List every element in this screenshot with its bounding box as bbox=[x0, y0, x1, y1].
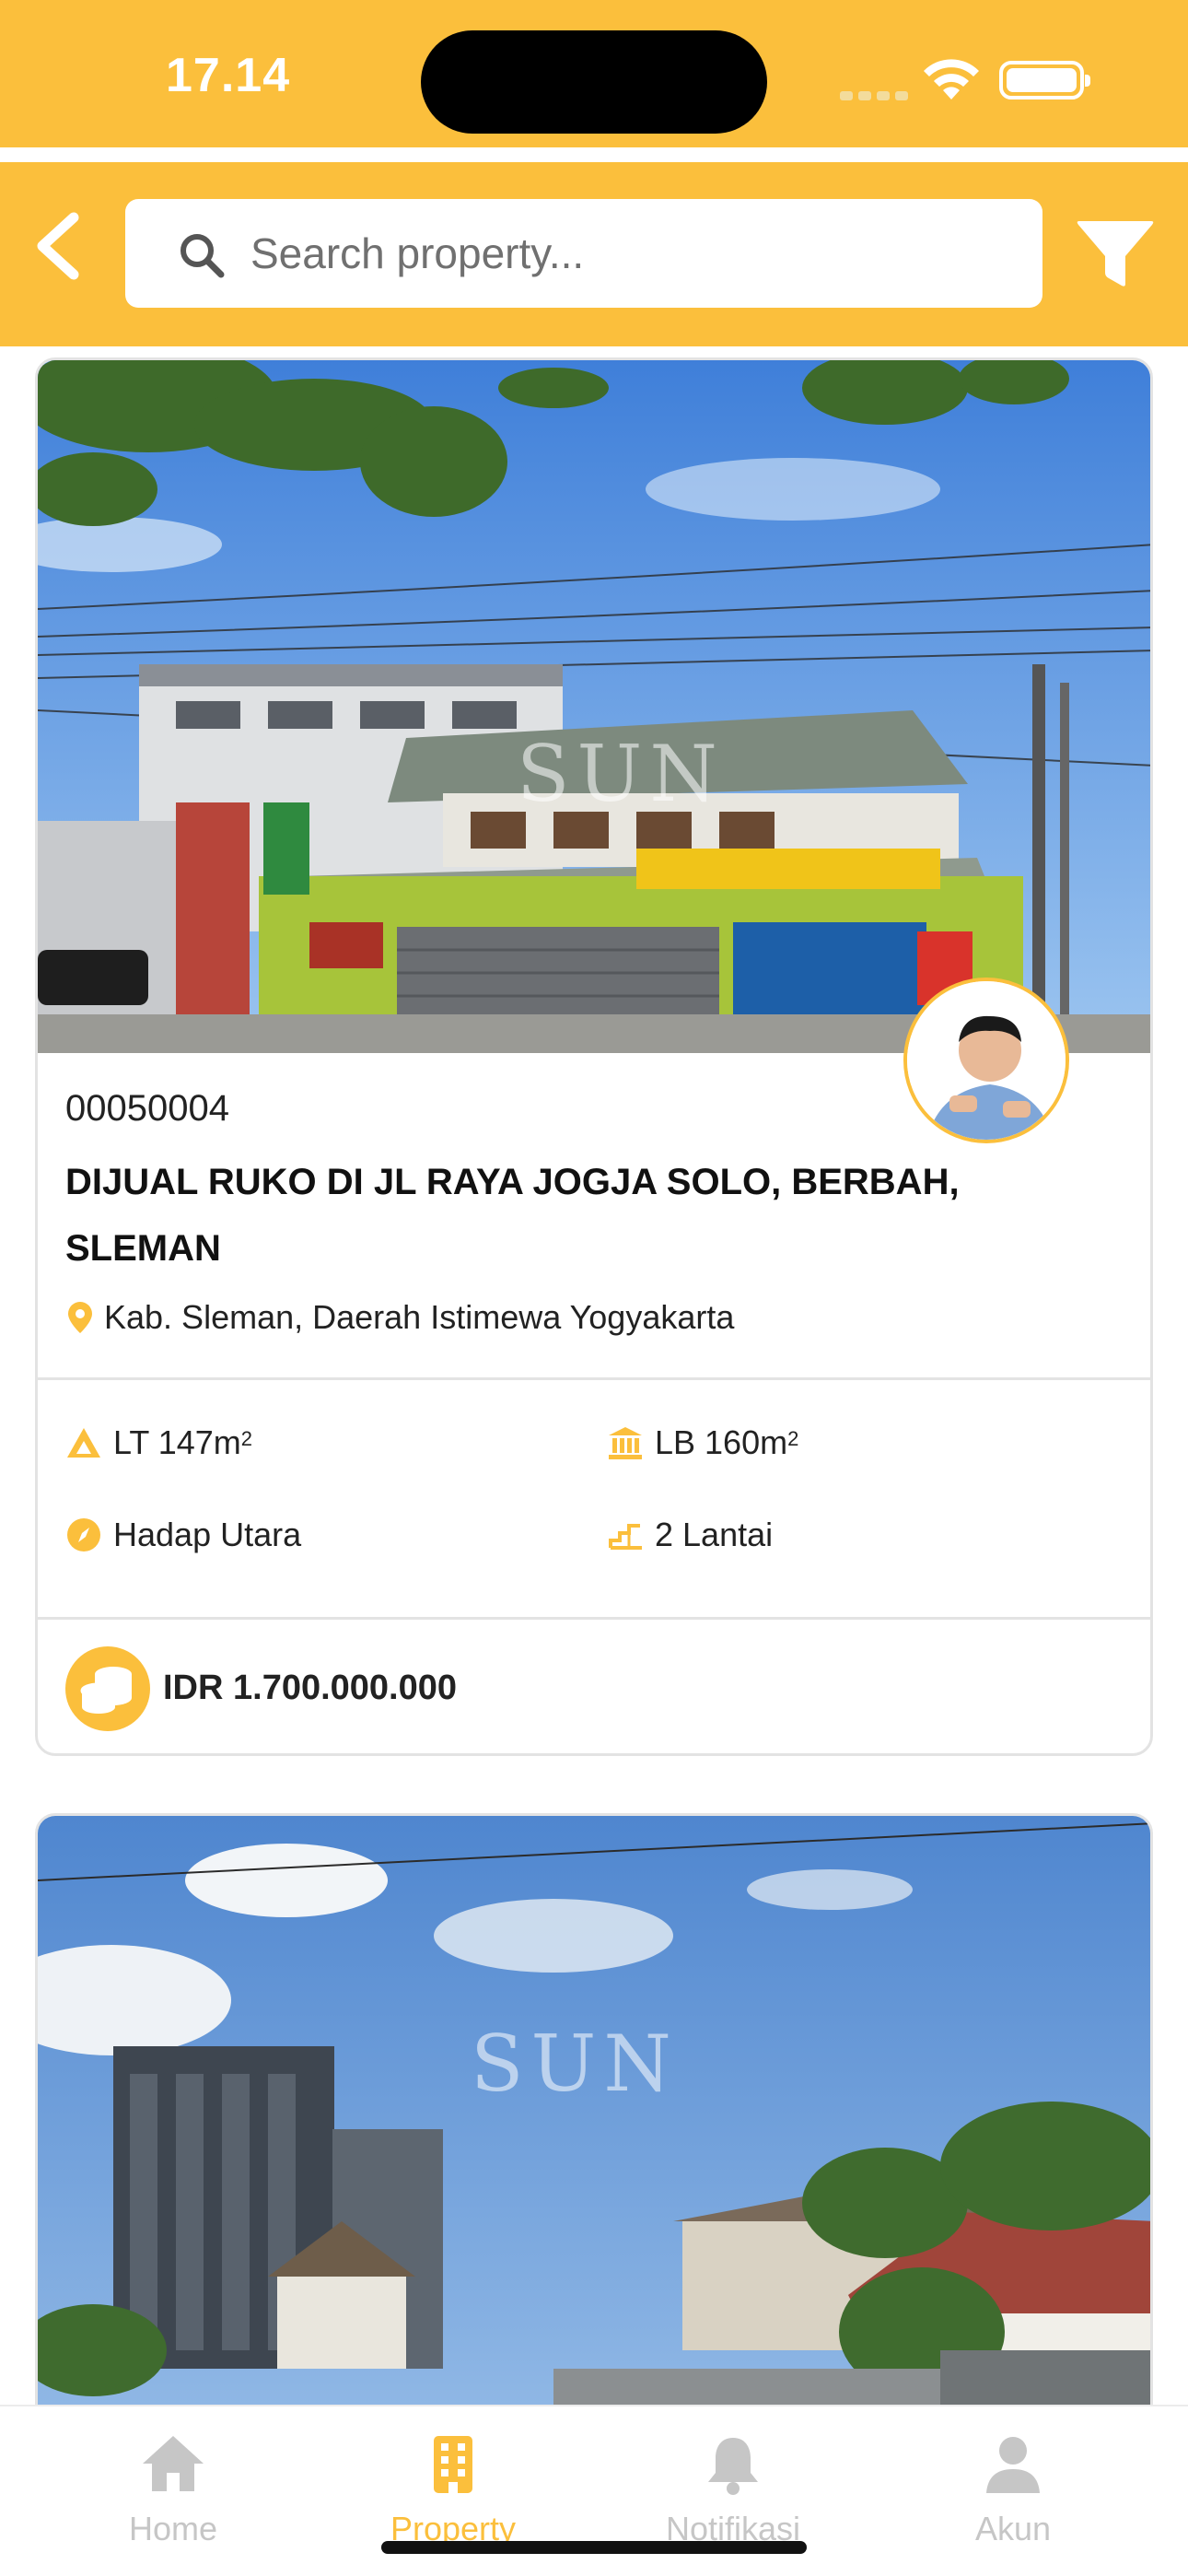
search-icon bbox=[181, 234, 225, 278]
stairs-icon bbox=[609, 1524, 642, 1550]
property-code: 00050004 bbox=[65, 1088, 229, 1129]
search-header bbox=[0, 162, 1188, 346]
divider bbox=[38, 1617, 1150, 1620]
location-text: Kab. Sleman, Daerah Istimewa Yogyakarta bbox=[104, 1298, 735, 1336]
back-button[interactable] bbox=[20, 205, 103, 287]
nav-label: Home bbox=[128, 2510, 218, 2547]
user-icon bbox=[986, 2437, 1040, 2493]
property-photo[interactable]: SUN bbox=[38, 360, 1150, 1053]
building-icon bbox=[434, 2436, 472, 2493]
nav-home[interactable]: Home bbox=[35, 2406, 311, 2576]
property-title[interactable]: DIJUAL RUKO DI JL RAYA JOGJA SOLO, BERBA… bbox=[65, 1149, 1078, 1282]
cellular-signal-icon bbox=[840, 88, 914, 105]
coins-icon bbox=[65, 1646, 150, 1731]
home-indicator[interactable] bbox=[381, 2541, 807, 2554]
photo-watermark: SUN bbox=[517, 729, 725, 819]
building-area-unit-exponent: 2 bbox=[787, 1427, 799, 1450]
agent-avatar[interactable] bbox=[903, 978, 1069, 1143]
divider bbox=[38, 1377, 1150, 1380]
status-time: 17.14 bbox=[166, 49, 291, 102]
bell-icon bbox=[708, 2438, 758, 2495]
building-area-text: LB 160m bbox=[655, 1423, 788, 1461]
home-icon bbox=[143, 2436, 204, 2491]
battery-icon bbox=[999, 61, 1090, 100]
search-input[interactable] bbox=[250, 214, 1006, 293]
facing-direction: Hadap Utara bbox=[65, 1516, 301, 1554]
photo-watermark: SUN bbox=[471, 2019, 679, 2109]
floors-text: 2 Lantai bbox=[655, 1516, 774, 1553]
building-area-icon bbox=[609, 1427, 642, 1459]
status-bar: 17.14 bbox=[0, 0, 1188, 147]
property-location: Kab. Sleman, Daerah Istimewa Yogyakarta bbox=[65, 1298, 734, 1337]
wifi-icon bbox=[924, 59, 979, 100]
property-card[interactable]: SUN 00050004 DIJUAL RUKO DI JL RAYA JOGJ… bbox=[35, 357, 1153, 1756]
facing-text: Hadap Utara bbox=[113, 1516, 302, 1553]
land-area-text: LT 147m bbox=[113, 1423, 241, 1461]
location-pin-icon bbox=[68, 1302, 92, 1333]
nav-label: Akun bbox=[974, 2510, 1052, 2547]
filter-icon[interactable] bbox=[1076, 214, 1155, 293]
building-area: LB 160m 2 bbox=[607, 1423, 798, 1462]
nav-akun[interactable]: Akun bbox=[875, 2406, 1151, 2576]
property-price: IDR 1.700.000.000 bbox=[163, 1669, 458, 1707]
land-area: LT 147m 2 bbox=[65, 1423, 252, 1462]
floor-count: 2 Lantai bbox=[607, 1516, 773, 1554]
land-area-icon bbox=[67, 1428, 100, 1458]
compass-icon bbox=[67, 1518, 100, 1551]
land-area-unit-exponent: 2 bbox=[240, 1427, 252, 1450]
dynamic-island bbox=[421, 30, 767, 134]
search-box[interactable] bbox=[125, 199, 1042, 308]
